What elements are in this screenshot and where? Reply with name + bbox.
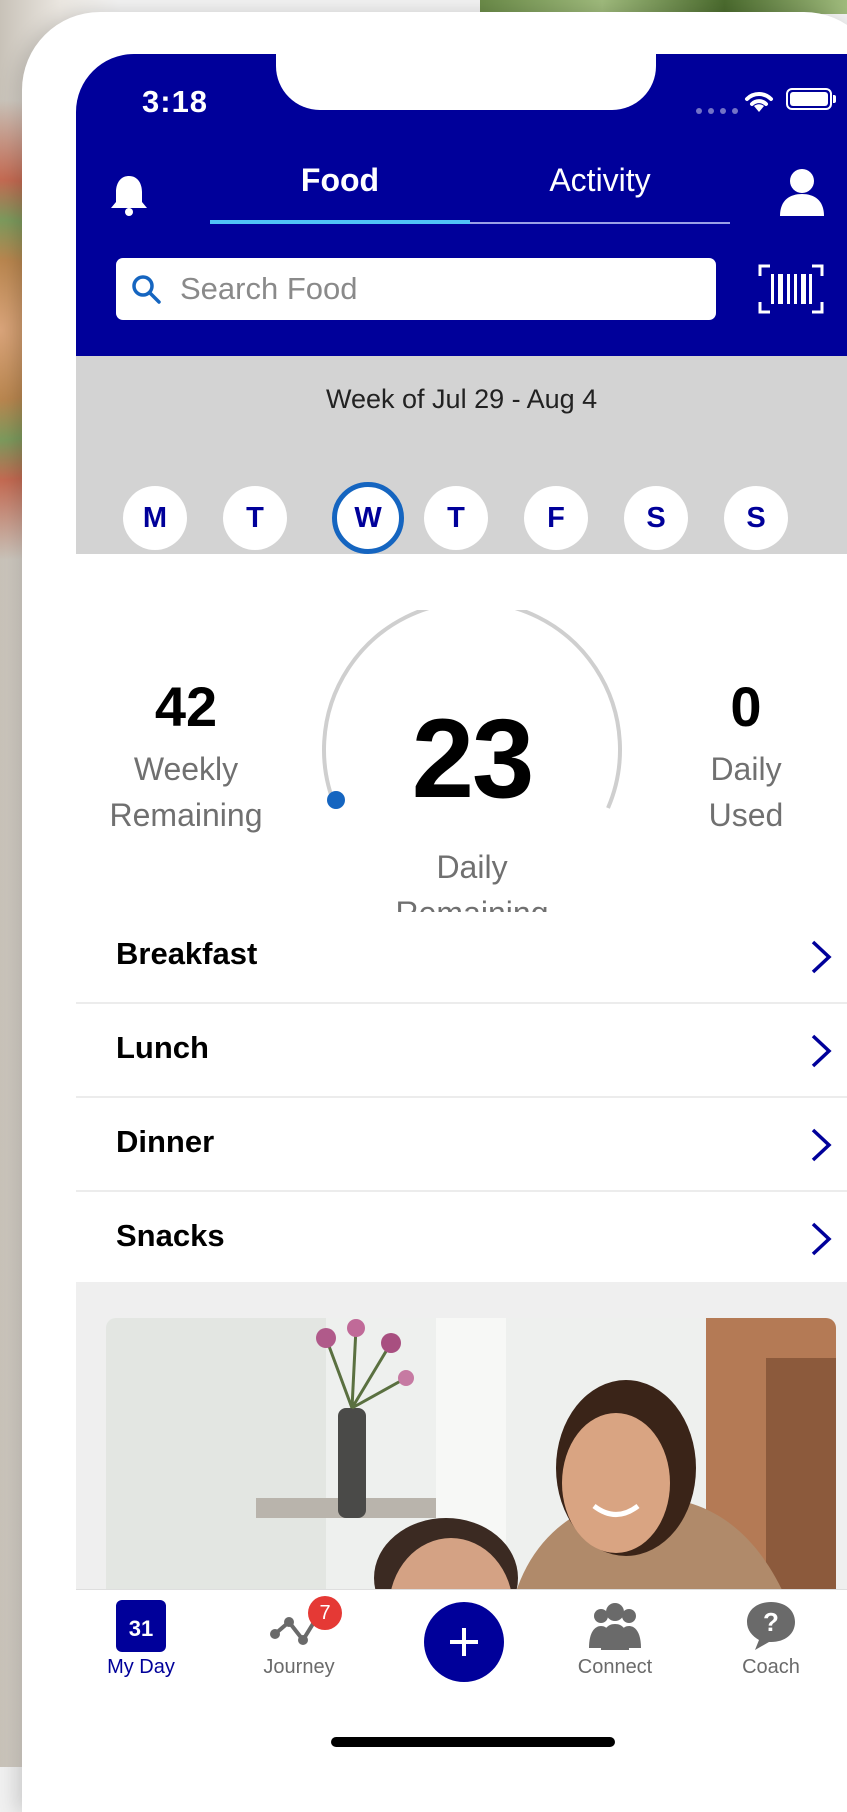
day-tuesday[interactable]: T [223,486,287,550]
app-header: 3:18 Food Activity [76,54,847,356]
meal-row-snacks[interactable]: Snacks [76,1194,847,1286]
daily-used-value: 0 [730,675,762,738]
meal-label: Lunch [116,1030,209,1065]
nav-label: My Day [107,1656,175,1678]
device-notch [276,54,656,110]
weekly-remaining-label: Weekly Remaining [109,751,263,833]
nav-connect[interactable]: Connect [550,1600,680,1679]
meal-row-dinner[interactable]: Dinner [76,1100,847,1192]
chevron-right-icon [811,1222,832,1256]
bell-icon[interactable] [106,172,152,218]
connect-group-icon [589,1603,641,1650]
day-sunday[interactable]: S [724,486,788,550]
signal-icon [696,108,738,114]
wifi-icon [745,92,773,112]
meal-label: Snacks [116,1218,225,1253]
nav-label: Coach [742,1656,800,1678]
chevron-right-icon [811,940,832,974]
home-indicator [331,1737,615,1747]
search-icon [132,275,161,304]
meal-label: Dinner [116,1124,215,1159]
meal-row-lunch[interactable]: Lunch [76,1006,847,1098]
search-field[interactable] [116,258,716,320]
nav-my-day[interactable]: 31 My Day [76,1600,206,1679]
tab-activity[interactable]: Activity [470,162,730,199]
day-wednesday-selected[interactable]: W [332,482,404,554]
day-saturday[interactable]: S [624,486,688,550]
weekly-remaining-value: 42 [154,675,218,738]
nav-coach[interactable]: ? Coach [706,1600,836,1679]
notification-badge: 7 [308,1596,342,1630]
nav-label: Connect [577,1656,653,1678]
day-monday[interactable]: M [123,486,187,550]
meal-label: Breakfast [116,936,258,971]
search-input[interactable] [178,270,702,308]
calendar-icon: 31 [116,1600,166,1652]
nav-journey[interactable]: 7 Journey [234,1596,364,1679]
day-thursday[interactable]: T [424,486,488,550]
week-label: Week of Jul 29 - Aug 4 [326,384,598,414]
chevron-right-icon [811,1034,832,1068]
app-screen: 3:18 Food Activity Search Food Week of J… [76,54,847,1779]
phone-frame: 3:18 Food Activity Search Food Week of J… [22,12,847,1812]
daily-used-label: Daily Used [708,751,784,833]
meal-row-breakfast[interactable]: Breakfast [76,912,847,1004]
tab-food[interactable]: Food [210,162,470,199]
tab-active-indicator [210,220,470,224]
day-friday[interactable]: F [524,486,588,550]
add-button[interactable] [424,1602,504,1682]
coach-question-icon: ? [747,1602,795,1650]
battery-icon [786,88,836,110]
profile-icon[interactable] [776,166,828,218]
status-time: 3:18 [142,84,209,119]
plus-icon [450,1628,478,1656]
nav-label: Journey [263,1656,335,1678]
svg-text:?: ? [763,1607,779,1637]
barcode-scan-icon[interactable] [758,264,824,314]
chevron-right-icon [811,1128,832,1162]
daily-remaining-value: 23 [411,696,535,821]
